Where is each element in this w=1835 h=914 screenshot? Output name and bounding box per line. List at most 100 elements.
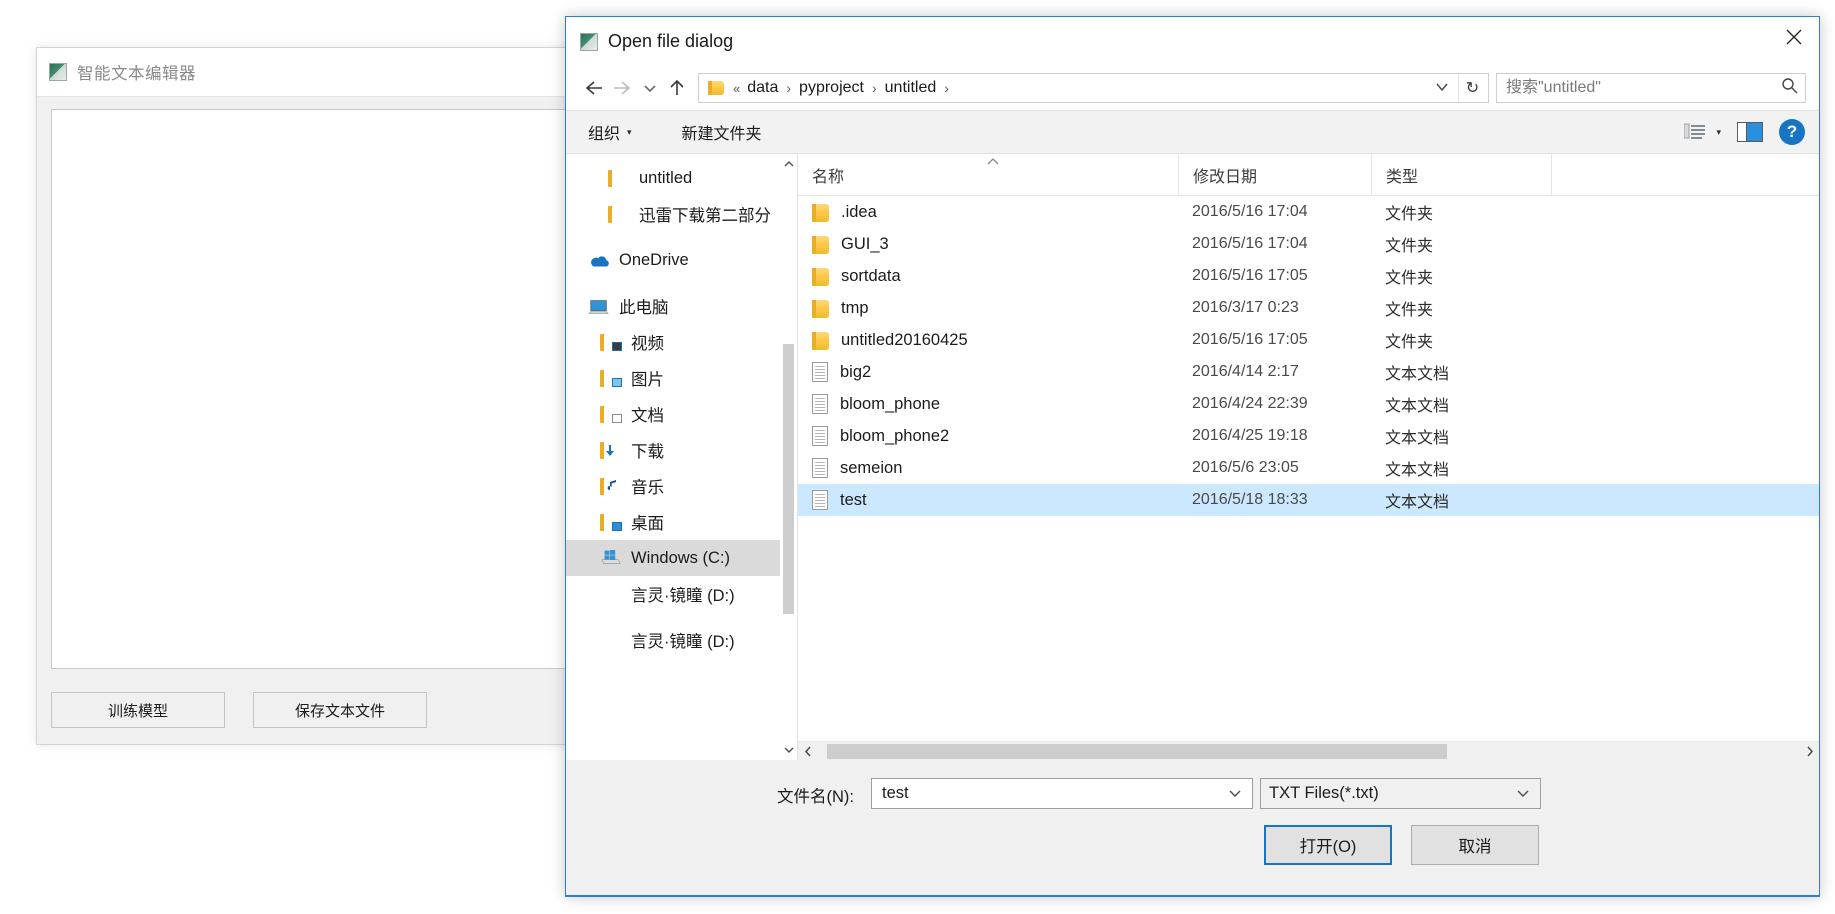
new-folder-button[interactable]: 新建文件夹 (682, 120, 762, 144)
file-date: 2016/4/24 22:39 (1192, 395, 1308, 412)
navigation-bar: « data › pyproject › untitled › ↻ (566, 66, 1819, 110)
sidebar-scrollbar[interactable] (780, 154, 797, 760)
sidebar-item-untitled[interactable]: untitled (566, 160, 797, 196)
table-row[interactable]: bloom_phone 2016/4/24 22:39 文本文档 (798, 388, 1819, 420)
table-row[interactable]: GUI_3 2016/5/16 17:04 文件夹 (798, 228, 1819, 260)
sidebar-item-label: 言灵·镜瞳 (D:) (631, 633, 735, 651)
sidebar-item-pictures[interactable]: 图片 (566, 360, 797, 396)
search-box[interactable] (1496, 73, 1806, 103)
toolbar-right-group: ▾ ? (1684, 119, 1805, 145)
scroll-right-icon[interactable] (1800, 742, 1819, 761)
save-text-file-button[interactable]: 保存文本文件 (253, 692, 427, 728)
table-row[interactable]: big2 2016/4/14 2:17 文本文档 (798, 356, 1819, 388)
column-date-label: 修改日期 (1193, 168, 1258, 186)
list-view-icon[interactable] (1684, 122, 1706, 142)
hscroll-track[interactable] (817, 742, 1800, 761)
app-icon (49, 63, 67, 81)
refresh-icon[interactable]: ↻ (1458, 74, 1486, 102)
sidebar-item-documents[interactable]: 文档 (566, 396, 797, 432)
breadcrumb-item-data[interactable]: data (744, 79, 781, 97)
table-row[interactable]: tmp 2016/3/17 0:23 文件夹 (798, 292, 1819, 324)
folder-icon (608, 168, 630, 188)
table-row[interactable]: .idea 2016/5/16 17:04 文件夹 (798, 196, 1819, 228)
sidebar-item-windows-c[interactable]: Windows (C:) (566, 540, 797, 576)
table-row[interactable]: bloom_phone2 2016/4/25 19:18 文本文档 (798, 420, 1819, 452)
chevron-down-icon: ▾ (627, 126, 632, 137)
sidebar-item-desktop[interactable]: 桌面 (566, 504, 797, 540)
search-icon[interactable] (1781, 77, 1798, 99)
organize-button[interactable]: 组织 ▾ (588, 120, 632, 144)
sidebar-item-music[interactable]: 音乐 (566, 468, 797, 504)
file-date: 2016/5/16 17:05 (1192, 331, 1308, 348)
editor-window-title: 智能文本编辑器 (77, 65, 196, 83)
breadcrumb-separator-trailing[interactable]: › (939, 80, 954, 96)
file-type-filter-value: TXT Files(*.txt) (1269, 784, 1379, 802)
sidebar-item-xunlei-downloads[interactable]: 迅雷下载第二部分 (566, 196, 797, 232)
address-bar[interactable]: « data › pyproject › untitled › ↻ (698, 73, 1489, 103)
table-row[interactable]: semeion 2016/5/6 23:05 文本文档 (798, 452, 1819, 484)
sidebar-item-this-pc[interactable]: 此电脑 (566, 288, 797, 324)
recent-locations-icon[interactable] (638, 73, 662, 103)
file-name: .idea (841, 202, 877, 221)
file-name: bloom_phone (840, 394, 940, 413)
forward-icon[interactable] (608, 73, 638, 103)
back-icon[interactable] (578, 73, 608, 103)
windows-drive-icon (600, 548, 622, 568)
filename-combobox[interactable] (871, 778, 1253, 809)
scrollbar-thumb[interactable] (783, 344, 794, 614)
folder-icon (812, 331, 829, 350)
sidebar-item-onedrive[interactable]: OneDrive (566, 242, 797, 278)
file-type: 文件夹 (1385, 206, 1434, 223)
breadcrumb-item-pyproject[interactable]: pyproject (796, 79, 867, 97)
file-name-cell: GUI_3 (798, 228, 1178, 260)
drive-icon (600, 630, 622, 650)
scroll-left-icon[interactable] (798, 742, 817, 761)
navigation-sidebar[interactable]: untitled 迅雷下载第二部分 OneDrive 此电脑 视频 图片 文档 … (566, 154, 798, 760)
sidebar-item-downloads[interactable]: 下载 (566, 432, 797, 468)
sidebar-item-videos[interactable]: 视频 (566, 324, 797, 360)
videos-folder-icon (600, 332, 622, 352)
column-extra[interactable] (1551, 154, 1819, 195)
sidebar-item-drive-d-1[interactable]: 言灵·镜瞳 (D:) (566, 576, 797, 612)
file-name: GUI_3 (841, 234, 889, 253)
open-button[interactable]: 打开(O) (1264, 825, 1392, 865)
breadcrumb-separator[interactable]: › (781, 80, 796, 96)
file-date: 2016/5/16 17:04 (1192, 235, 1308, 252)
file-name-cell: untitled20160425 (798, 324, 1178, 356)
file-list-pane: 名称 修改日期 类型 .idea 2016/5/16 17:04 文件夹 GUI… (798, 154, 1819, 760)
file-name: sortdata (841, 266, 901, 285)
up-icon[interactable] (662, 73, 692, 103)
table-row[interactable]: untitled20160425 2016/5/16 17:05 文件夹 (798, 324, 1819, 356)
scrollbar-track[interactable] (780, 174, 797, 740)
scroll-down-icon[interactable] (780, 740, 797, 760)
breadcrumb-item-untitled[interactable]: untitled (882, 79, 940, 97)
search-input[interactable] (1504, 78, 1781, 98)
preview-pane-icon[interactable] (1737, 122, 1763, 142)
table-row-selected[interactable]: test 2016/5/18 18:33 文本文档 (798, 484, 1819, 516)
table-row[interactable]: sortdata 2016/5/16 17:05 文件夹 (798, 260, 1819, 292)
file-name-cell: test (798, 484, 1178, 516)
close-icon[interactable] (1769, 17, 1819, 57)
hscroll-thumb[interactable] (827, 743, 1447, 759)
sidebar-item-label: 图片 (631, 371, 664, 389)
train-model-button[interactable]: 训练模型 (51, 692, 225, 728)
cancel-button[interactable]: 取消 (1411, 825, 1539, 865)
column-date-modified[interactable]: 修改日期 (1178, 154, 1371, 195)
column-type[interactable]: 类型 (1371, 154, 1551, 195)
file-name-cell: bloom_phone (798, 388, 1178, 420)
column-name[interactable]: 名称 (798, 154, 1178, 195)
chevron-down-icon[interactable] (1510, 787, 1536, 801)
chevron-down-icon[interactable] (1222, 787, 1248, 801)
chevron-down-icon[interactable]: ▾ (1716, 127, 1721, 138)
breadcrumb-separator[interactable]: › (867, 80, 882, 96)
file-type-filter-combobox[interactable]: TXT Files(*.txt) (1260, 778, 1541, 809)
filename-input[interactable] (880, 783, 1222, 804)
help-icon[interactable]: ? (1779, 119, 1805, 145)
horizontal-scrollbar[interactable] (798, 741, 1819, 760)
sidebar-item-label: Windows (C:) (631, 548, 731, 567)
scroll-up-icon[interactable] (780, 154, 797, 174)
sidebar-item-drive-d-2[interactable]: 言灵·镜瞳 (D:) (566, 622, 797, 658)
file-date: 2016/5/6 23:05 (1192, 459, 1299, 476)
breadcrumb-overflow[interactable]: « (729, 81, 744, 96)
chevron-down-icon[interactable] (1426, 81, 1458, 95)
